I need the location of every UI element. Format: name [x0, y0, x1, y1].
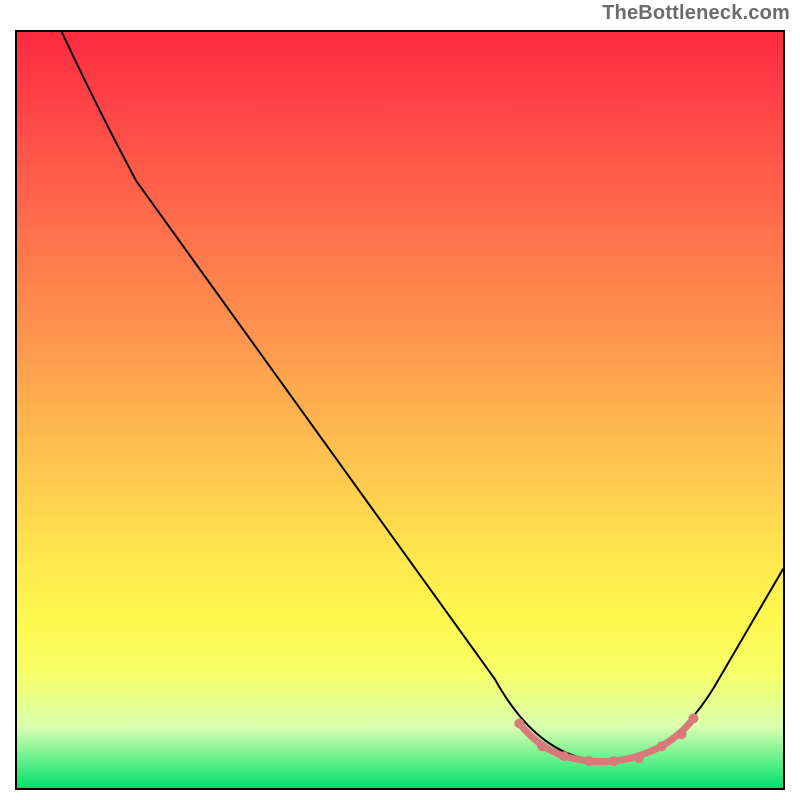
bottleneck-curve [62, 32, 783, 761]
highlight-dot [514, 718, 524, 728]
highlight-dot [537, 741, 547, 751]
highlight-dot [584, 756, 594, 766]
highlight-dot [657, 741, 667, 751]
highlight-dot [677, 729, 687, 739]
highlight-dot [634, 753, 644, 763]
highlight-dot [559, 751, 569, 761]
chart-svg [17, 32, 783, 788]
highlight-dot [609, 756, 619, 766]
highlight-dot [688, 713, 698, 723]
bottleneck-chart [15, 30, 785, 790]
watermark-text: TheBottleneck.com [602, 2, 790, 25]
